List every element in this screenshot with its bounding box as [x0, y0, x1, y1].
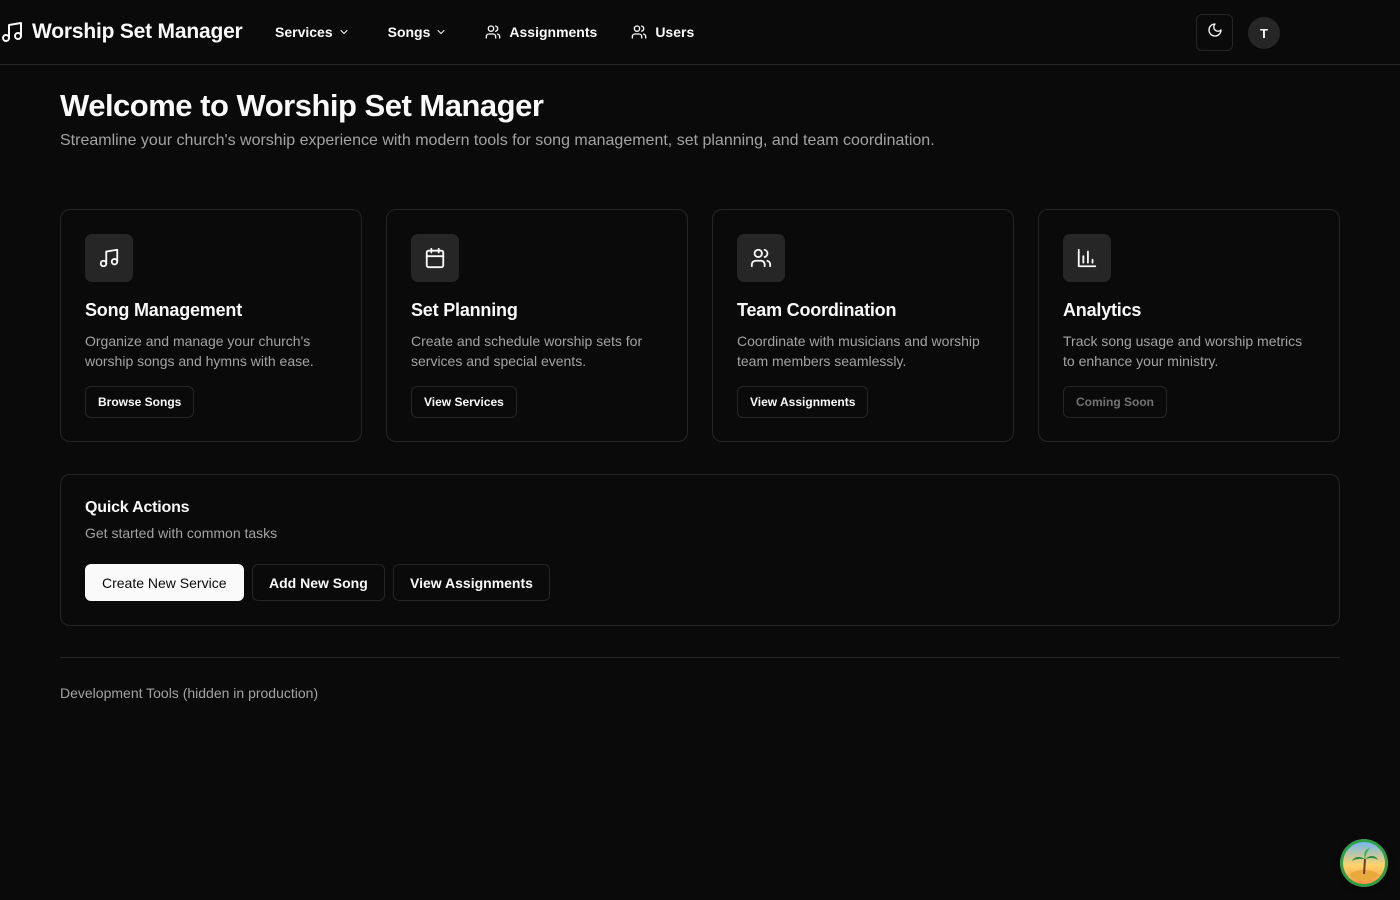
users-icon: [737, 234, 785, 282]
view-assignments-button[interactable]: View Assignments: [393, 564, 550, 601]
feature-card-set-planning: Set Planning Create and schedule worship…: [386, 209, 688, 442]
user-avatar[interactable]: T: [1248, 17, 1280, 49]
calendar-icon: [411, 234, 459, 282]
app-title: Worship Set Manager: [32, 20, 243, 43]
view-services-button[interactable]: View Services: [411, 386, 517, 418]
nav-services-dropdown[interactable]: Services: [275, 24, 350, 40]
theme-toggle-button[interactable]: [1196, 14, 1233, 51]
floating-assistant-button[interactable]: [1340, 839, 1388, 887]
island-icon: [1340, 839, 1388, 887]
coming-soon-button: Coming Soon: [1063, 386, 1167, 418]
feature-card-song-management: Song Management Organize and manage your…: [60, 209, 362, 442]
nav-assignments-label: Assignments: [509, 24, 598, 40]
divider: [60, 657, 1340, 658]
browse-songs-button[interactable]: Browse Songs: [85, 386, 195, 418]
create-new-service-button[interactable]: Create New Service: [85, 564, 244, 601]
page-subtitle: Streamline your church's worship experie…: [60, 132, 935, 149]
feature-card-description: Organize and manage your church's worshi…: [85, 333, 314, 369]
feature-card-title: Song Management: [85, 300, 243, 320]
chevron-down-icon: [435, 26, 447, 38]
users-icon: [485, 24, 501, 40]
quick-actions-subtitle: Get started with common tasks: [85, 525, 278, 541]
brand[interactable]: Worship Set Manager: [0, 0, 243, 64]
nav-songs-label: Songs: [387, 24, 431, 40]
moon-icon: [1207, 22, 1223, 43]
feature-card-title: Team Coordination: [737, 300, 897, 320]
feature-card-title: Set Planning: [411, 300, 518, 320]
page-title: Welcome to Worship Set Manager: [60, 88, 544, 123]
nav-songs-dropdown[interactable]: Songs: [388, 24, 448, 40]
main-nav: Services Songs Assignments Users: [275, 0, 694, 64]
nav-users-link[interactable]: Users: [631, 24, 694, 40]
nav-services-label: Services: [275, 24, 333, 40]
feature-card-description: Track song usage and worship metrics to …: [1063, 333, 1303, 369]
feature-card-title: Analytics: [1063, 300, 1142, 320]
nav-users-label: Users: [655, 24, 695, 40]
music-note-icon: [0, 20, 24, 44]
users-icon: [631, 24, 647, 40]
feature-card-description: Coordinate with musicians and worship te…: [737, 333, 980, 369]
music-icon: [85, 234, 133, 282]
bar-chart-icon: [1063, 234, 1111, 282]
view-assignments-button[interactable]: View Assignments: [737, 386, 869, 418]
add-new-song-button[interactable]: Add New Song: [252, 564, 385, 601]
feature-card-analytics: Analytics Track song usage and worship m…: [1038, 209, 1340, 442]
top-navigation-bar: Worship Set Manager Services Songs Assig…: [0, 0, 1400, 65]
quick-actions-panel: Quick Actions Get started with common ta…: [60, 474, 1340, 626]
chevron-down-icon: [338, 26, 350, 38]
feature-card-description: Create and schedule worship sets for ser…: [411, 333, 643, 369]
quick-actions-title: Quick Actions: [85, 499, 190, 516]
nav-assignments-link[interactable]: Assignments: [485, 24, 597, 40]
feature-card-team-coordination: Team Coordination Coordinate with musici…: [712, 209, 1014, 442]
dev-tools-label[interactable]: Development Tools (hidden in production): [60, 685, 318, 701]
